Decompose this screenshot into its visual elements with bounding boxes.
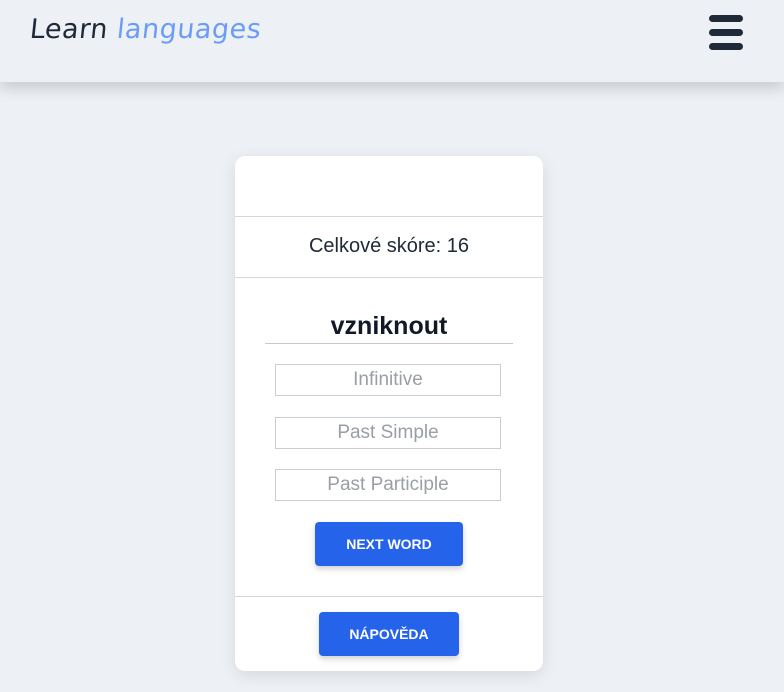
app-logo[interactable]: Learn languages — [28, 14, 263, 45]
prompt-word-underline — [265, 343, 513, 344]
hint-button[interactable]: NÁPOVĚDA — [319, 612, 459, 656]
card-divider-score — [235, 277, 543, 278]
menu-bar-middle — [709, 29, 743, 36]
prompt-word: vzniknout — [330, 312, 448, 340]
card-divider-top — [235, 216, 543, 217]
exercise-card: Celkové skóre: 16 vzniknout NEXT WORD NÁ… — [235, 156, 543, 671]
menu-bar-top — [709, 15, 743, 22]
hamburger-menu-icon[interactable] — [709, 15, 743, 50]
app-header: Learn languages — [0, 0, 784, 82]
next-word-button[interactable]: NEXT WORD — [315, 522, 463, 566]
card-divider-bottom — [235, 596, 543, 597]
past-simple-input[interactable] — [275, 417, 501, 449]
logo-word-languages: languages — [115, 14, 263, 45]
total-score: Celkové skóre: 16 — [308, 235, 470, 257]
infinitive-input[interactable] — [275, 364, 501, 396]
logo-word-learn: Learn — [28, 14, 110, 45]
menu-bar-bottom — [709, 43, 743, 50]
past-participle-input[interactable] — [275, 469, 501, 501]
